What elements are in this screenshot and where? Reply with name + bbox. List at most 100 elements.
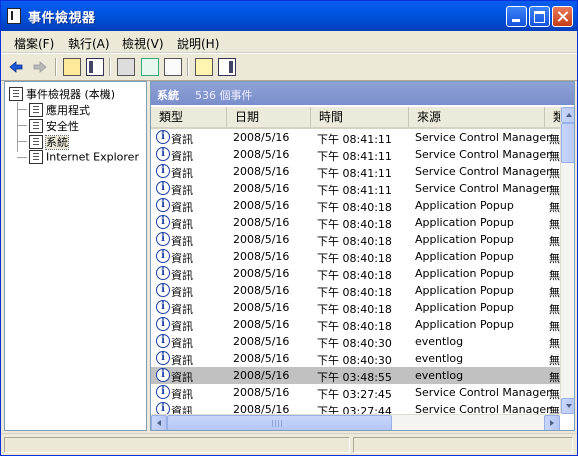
event-date-cell: 2008/5/16 bbox=[233, 318, 290, 331]
column-header-time[interactable]: 時間 bbox=[311, 107, 409, 127]
information-icon: i bbox=[156, 334, 170, 348]
event-time-cell: 下午 03:27:45 bbox=[317, 388, 392, 401]
scroll-right-button[interactable] bbox=[544, 415, 560, 430]
menu-action[interactable]: 執行(A) bbox=[68, 35, 110, 52]
column-headers: 類型 日期 時間 來源 類 bbox=[151, 107, 565, 129]
event-time-cell: 下午 03:48:55 bbox=[317, 371, 392, 384]
information-icon: i bbox=[156, 385, 170, 399]
scroll-up-button[interactable] bbox=[561, 107, 574, 123]
event-count: 536 個事件 bbox=[195, 89, 253, 102]
event-row[interactable]: i 資訊 2008/5/16 下午 08:40:18 Application Popup… bbox=[151, 282, 561, 299]
information-icon: i bbox=[156, 130, 170, 144]
scroll-left-button[interactable] bbox=[151, 415, 167, 430]
event-row[interactable]: i 資訊 2008/5/16 下午 08:40:18 Application Popup… bbox=[151, 248, 561, 265]
event-row[interactable]: i 資訊 2008/5/16 下午 08:40:18 Application Popup… bbox=[151, 316, 561, 333]
event-cat-cell: 無 bbox=[549, 320, 560, 333]
close-button[interactable] bbox=[552, 6, 573, 27]
tree-root[interactable]: 事件檢視器 (本機) bbox=[9, 86, 115, 102]
event-date-cell: 2008/5/16 bbox=[233, 403, 290, 414]
event-cat-cell: 無 bbox=[549, 286, 560, 299]
console-tree: 事件檢視器 (本機) 應用程式 安全性 系統 Internet Explorer bbox=[4, 81, 147, 431]
event-time-cell: 下午 08:41:11 bbox=[317, 150, 392, 163]
horizontal-scroll-thumb[interactable] bbox=[167, 415, 392, 430]
event-viewer-window: 事件檢視器 檔案(F) 執行(A) 檢視(V) 說明(H) 事件檢視器 (本機)… bbox=[0, 0, 578, 456]
event-time-cell: 下午 08:40:18 bbox=[317, 320, 392, 333]
event-cat-cell: 無 bbox=[549, 303, 560, 316]
event-row[interactable]: i 資訊 2008/5/16 下午 08:40:18 Application Popup… bbox=[151, 265, 561, 282]
back-arrow-icon[interactable] bbox=[7, 58, 25, 76]
column-header-category[interactable]: 類 bbox=[545, 107, 565, 127]
event-type-cell: 資訊 bbox=[171, 269, 193, 282]
action-pane-icon[interactable] bbox=[218, 58, 236, 76]
event-type-cell: 資訊 bbox=[171, 371, 193, 384]
information-icon: i bbox=[156, 283, 170, 297]
event-type-cell: 資訊 bbox=[171, 405, 193, 414]
event-row[interactable]: i 資訊 2008/5/16 下午 08:40:18 Application Popup… bbox=[151, 299, 561, 316]
vertical-scrollbar[interactable] bbox=[560, 107, 574, 414]
tree-item-internet-explorer[interactable]: Internet Explorer bbox=[29, 150, 139, 164]
event-row[interactable]: i 資訊 2008/5/16 下午 03:27:45 Service Control M… bbox=[151, 384, 561, 401]
column-header-source[interactable]: 來源 bbox=[409, 107, 545, 127]
event-viewer-app-icon[interactable] bbox=[7, 8, 21, 24]
vertical-scroll-thumb[interactable] bbox=[561, 123, 574, 163]
event-row[interactable]: i 資訊 2008/5/16 下午 08:40:30 eventlog 無 bbox=[151, 350, 561, 367]
column-header-type[interactable]: 類型 bbox=[151, 107, 227, 127]
up-folder-icon[interactable] bbox=[63, 58, 81, 76]
event-row[interactable]: i 資訊 2008/5/16 下午 08:41:11 Service Control M… bbox=[151, 129, 561, 146]
show-tree-icon[interactable] bbox=[86, 58, 104, 76]
column-header-date[interactable]: 日期 bbox=[227, 107, 311, 127]
event-row[interactable]: i 資訊 2008/5/16 下午 08:40:18 Application Popup… bbox=[151, 197, 561, 214]
minimize-button[interactable] bbox=[506, 6, 527, 27]
event-row[interactable]: i 資訊 2008/5/16 下午 08:40:18 Application Popup… bbox=[151, 214, 561, 231]
maximize-button[interactable] bbox=[529, 6, 550, 27]
horizontal-scrollbar[interactable] bbox=[151, 414, 560, 430]
scroll-down-button[interactable] bbox=[561, 398, 574, 414]
event-row[interactable]: i 資訊 2008/5/16 下午 03:48:55 eventlog 無 bbox=[151, 367, 561, 384]
event-cat-cell: 無 bbox=[549, 218, 560, 231]
event-row[interactable]: i 資訊 2008/5/16 下午 08:41:11 Service Control M… bbox=[151, 163, 561, 180]
title-bar[interactable]: 事件檢視器 bbox=[1, 1, 577, 31]
event-cat-cell: 無 bbox=[549, 405, 560, 414]
refresh-icon[interactable] bbox=[141, 58, 159, 76]
help-icon[interactable] bbox=[195, 58, 213, 76]
menu-view[interactable]: 檢視(V) bbox=[122, 35, 164, 52]
toolbar bbox=[1, 53, 577, 81]
event-time-cell: 下午 08:40:18 bbox=[317, 252, 392, 265]
menu-file[interactable]: 檔案(F) bbox=[14, 35, 54, 52]
event-row[interactable]: i 資訊 2008/5/16 下午 03:27:44 Service Control M… bbox=[151, 401, 561, 414]
forward-arrow-icon[interactable] bbox=[31, 58, 49, 76]
information-icon: i bbox=[156, 351, 170, 365]
tree-item-security[interactable]: 安全性 bbox=[29, 118, 79, 134]
event-type-cell: 資訊 bbox=[171, 337, 193, 350]
event-cat-cell: 無 bbox=[549, 201, 560, 214]
event-row[interactable]: i 資訊 2008/5/16 下午 08:40:30 eventlog 無 bbox=[151, 333, 561, 350]
toolbar-separator bbox=[55, 58, 57, 76]
event-source-cell: Service Control Manager bbox=[415, 131, 551, 144]
event-date-cell: 2008/5/16 bbox=[233, 284, 290, 297]
event-date-cell: 2008/5/16 bbox=[233, 267, 290, 280]
event-source-cell: eventlog bbox=[415, 352, 464, 365]
log-icon bbox=[29, 103, 43, 117]
event-row[interactable]: i 資訊 2008/5/16 下午 08:41:11 Service Control M… bbox=[151, 180, 561, 197]
information-icon: i bbox=[156, 181, 170, 195]
event-type-cell: 資訊 bbox=[171, 133, 193, 146]
log-icon bbox=[29, 150, 43, 164]
event-cat-cell: 無 bbox=[549, 269, 560, 282]
tree-item-system[interactable]: 系統 bbox=[29, 134, 69, 150]
event-cat-cell: 無 bbox=[549, 337, 560, 350]
event-source-cell: Application Popup bbox=[415, 250, 514, 263]
event-date-cell: 2008/5/16 bbox=[233, 165, 290, 178]
properties-icon[interactable] bbox=[117, 58, 135, 76]
event-row[interactable]: i 資訊 2008/5/16 下午 08:40:18 Application Popup… bbox=[151, 231, 561, 248]
event-row[interactable]: i 資訊 2008/5/16 下午 08:41:11 Service Control M… bbox=[151, 146, 561, 163]
event-time-cell: 下午 08:40:18 bbox=[317, 286, 392, 299]
export-list-icon[interactable] bbox=[164, 58, 182, 76]
event-time-cell: 下午 08:40:18 bbox=[317, 201, 392, 214]
tree-item-application[interactable]: 應用程式 bbox=[29, 102, 90, 118]
information-icon: i bbox=[156, 266, 170, 280]
event-time-cell: 下午 08:40:30 bbox=[317, 337, 392, 350]
event-date-cell: 2008/5/16 bbox=[233, 216, 290, 229]
event-time-cell: 下午 08:40:18 bbox=[317, 269, 392, 282]
menu-help[interactable]: 說明(H) bbox=[177, 35, 219, 52]
status-pane bbox=[4, 437, 350, 453]
